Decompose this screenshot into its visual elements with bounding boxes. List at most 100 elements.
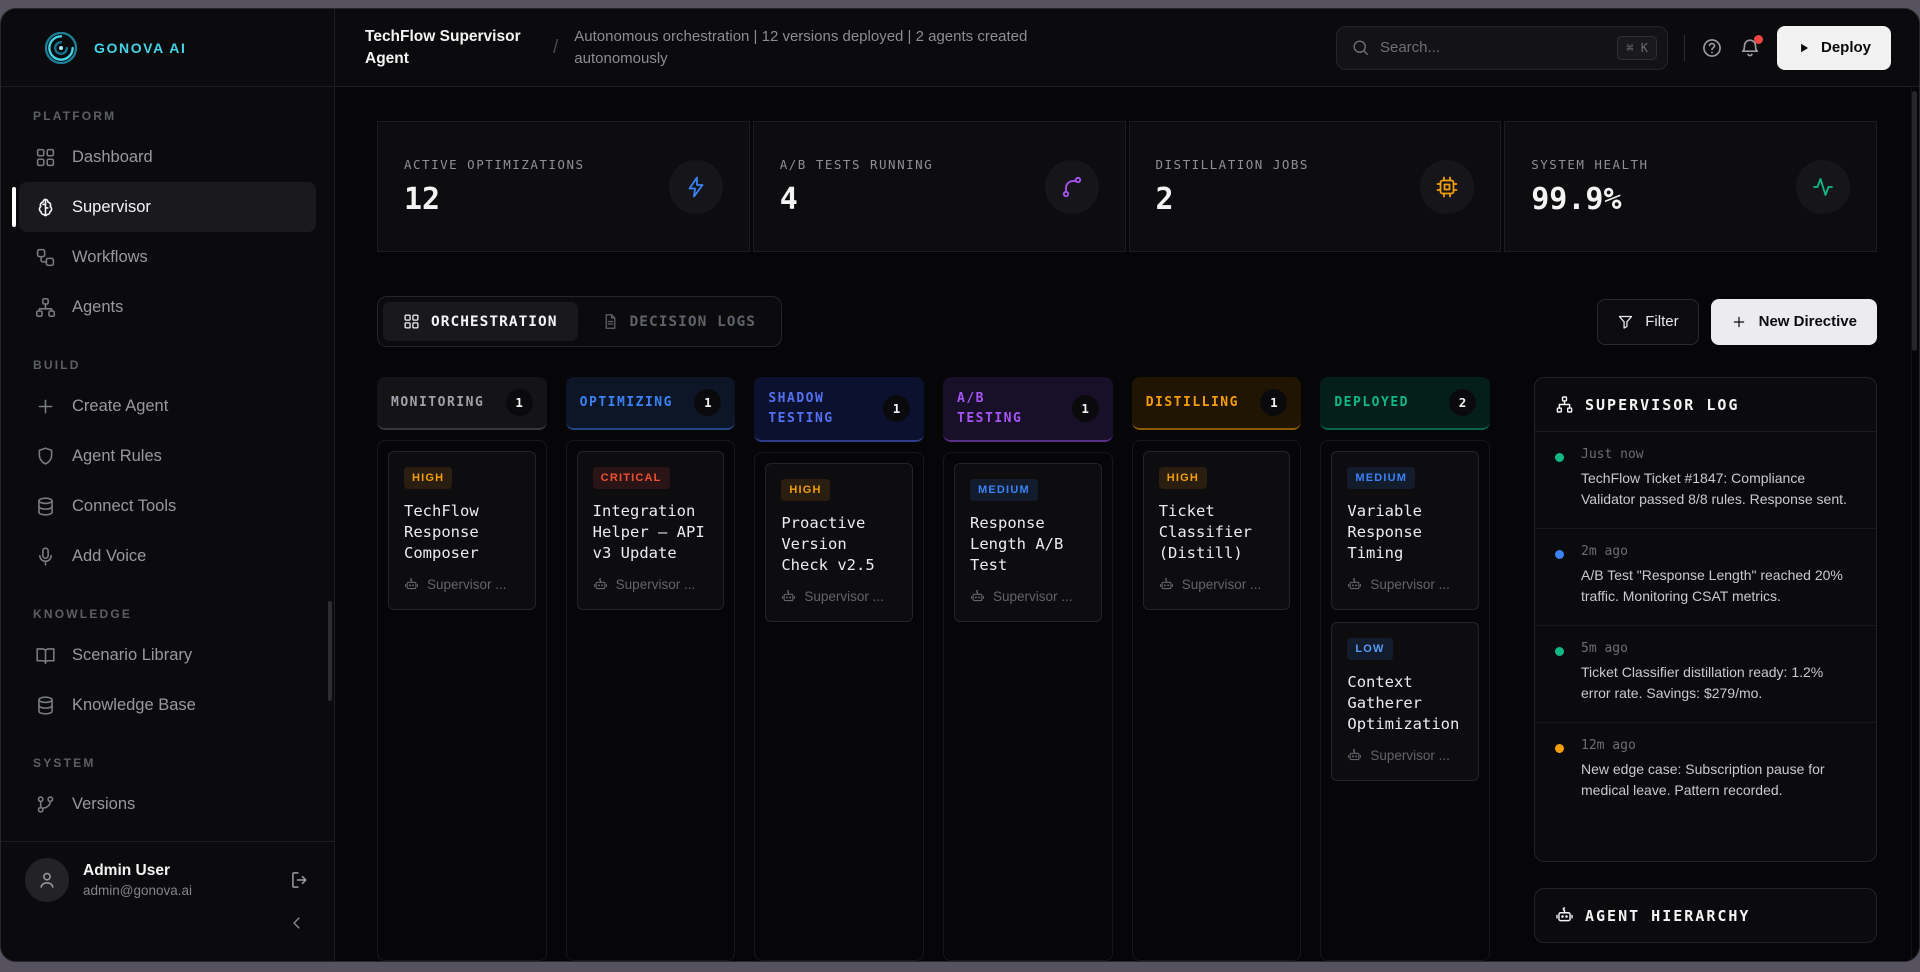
column-body: MEDIUM Response Length A/B Test Supervis… xyxy=(943,452,1113,961)
right-rail: SUPERVISOR LOG Just now TechFlow Ticket … xyxy=(1534,377,1877,961)
user-name: Admin User xyxy=(83,862,276,880)
user-icon xyxy=(37,870,57,890)
avatar xyxy=(25,858,69,902)
logout-icon[interactable] xyxy=(290,870,310,890)
sidebar: GONOVA AI PLATFORM Dashboard Supervisor … xyxy=(1,9,335,961)
sidebar-item-add-voice[interactable]: Add Voice xyxy=(19,531,316,581)
kanban-card[interactable]: MEDIUM Variable Response Timing Supervis… xyxy=(1331,451,1479,610)
sidebar-item-agent-rules[interactable]: Agent Rules xyxy=(19,431,316,481)
stat-icon-circle xyxy=(1420,160,1474,214)
split-icon xyxy=(1060,175,1084,199)
database-icon xyxy=(35,496,56,517)
tab-orchestration[interactable]: ORCHESTRATION xyxy=(383,302,578,341)
view-tabs: ORCHESTRATION DECISION LOGS xyxy=(377,296,782,347)
card-agent-label: Supervisor ... xyxy=(1182,577,1262,592)
sidebar-item-label: Add Voice xyxy=(72,547,146,566)
notifications-bell[interactable] xyxy=(1739,37,1761,59)
card-title: Integration Helper – API v3 Update xyxy=(593,501,709,564)
kanban-card[interactable]: HIGH Ticket Classifier (Distill) Supervi… xyxy=(1143,451,1291,610)
robot-icon xyxy=(970,589,985,604)
dashboard-icon xyxy=(403,313,420,330)
search-box[interactable]: ⌘ K xyxy=(1336,26,1668,70)
column-count-badge: 1 xyxy=(506,389,533,416)
column-title: MONITORING xyxy=(391,393,484,413)
sidebar-item-dashboard[interactable]: Dashboard xyxy=(19,132,316,182)
log-time: 2m ago xyxy=(1581,544,1856,559)
sidebar-scrollbar-thumb[interactable] xyxy=(328,601,332,701)
nav-section-label: SYSTEM xyxy=(33,756,302,771)
card-title: Variable Response Timing xyxy=(1347,501,1463,564)
sidebar-item-label: Dashboard xyxy=(72,148,153,167)
column-count-badge: 1 xyxy=(1072,395,1099,422)
collapse-sidebar-button[interactable] xyxy=(288,914,306,932)
column-body: MEDIUM Variable Response Timing Supervis… xyxy=(1320,440,1490,961)
search-input[interactable] xyxy=(1380,39,1607,56)
toolbar: ORCHESTRATION DECISION LOGS Filter New D… xyxy=(377,296,1877,347)
page-subtitle: Autonomous orchestration | 12 versions d… xyxy=(574,26,1074,70)
log-status-dot xyxy=(1555,647,1564,656)
column-body: HIGH TechFlow Response Composer Supervis… xyxy=(377,440,547,961)
sidebar-item-scenario-library[interactable]: Scenario Library xyxy=(19,630,316,680)
gonova-logo-icon xyxy=(41,28,81,68)
kanban-card[interactable]: LOW Context Gatherer Optimization Superv… xyxy=(1331,622,1479,781)
sidebar-item-connect-tools[interactable]: Connect Tools xyxy=(19,481,316,531)
main-column: TechFlow Supervisor Agent / Autonomous o… xyxy=(335,9,1919,961)
sidebar-item-label: Agent Rules xyxy=(72,447,162,466)
main-scrollbar[interactable] xyxy=(1911,87,1918,961)
kanban-board: MONITORING 1 HIGH TechFlow Response Comp… xyxy=(377,377,1490,961)
column-title: DEPLOYED xyxy=(1334,393,1409,413)
activity-icon xyxy=(1811,175,1835,199)
stat-value: 99.9% xyxy=(1531,182,1648,217)
sidebar-item-supervisor[interactable]: Supervisor xyxy=(19,182,316,232)
column-header: A/B TESTING 1 xyxy=(943,377,1113,442)
zap-icon xyxy=(684,175,708,199)
robot-icon xyxy=(1555,906,1574,925)
column-body: CRITICAL Integration Helper – API v3 Upd… xyxy=(566,440,736,961)
cpu-icon xyxy=(1435,175,1459,199)
column-count-badge: 2 xyxy=(1449,389,1476,416)
filter-button[interactable]: Filter xyxy=(1597,299,1698,345)
nav-section-system: SYSTEM Versions xyxy=(19,756,316,829)
column-optimizing: OPTIMIZING 1 CRITICAL Integration Helper… xyxy=(566,377,736,961)
column-title: A/B TESTING xyxy=(957,389,1054,428)
card-agent-label: Supervisor ... xyxy=(1370,577,1450,592)
robot-icon xyxy=(1347,577,1362,592)
sidebar-item-create-agent[interactable]: Create Agent xyxy=(19,381,316,431)
kanban-card[interactable]: CRITICAL Integration Helper – API v3 Upd… xyxy=(577,451,725,610)
hierarchy-icon xyxy=(1555,395,1574,414)
plus-icon xyxy=(35,396,56,417)
help-icon[interactable] xyxy=(1701,37,1723,59)
sidebar-item-versions[interactable]: Versions xyxy=(19,779,316,829)
column-deployed: DEPLOYED 2 MEDIUM Variable Response Timi… xyxy=(1320,377,1490,961)
kanban-card[interactable]: HIGH Proactive Version Check v2.5 Superv… xyxy=(765,463,913,622)
sidebar-item-workflows[interactable]: Workflows xyxy=(19,232,316,282)
header-divider xyxy=(1684,35,1685,61)
sidebar-item-agents[interactable]: Agents xyxy=(19,282,316,332)
card-agent: Supervisor ... xyxy=(1159,577,1275,592)
deploy-button[interactable]: Deploy xyxy=(1777,26,1891,70)
card-agent: Supervisor ... xyxy=(1347,748,1463,763)
sidebar-item-knowledge-base[interactable]: Knowledge Base xyxy=(19,680,316,730)
column-header: DISTILLING 1 xyxy=(1132,377,1302,430)
log-status-dot xyxy=(1555,453,1564,462)
tab-decision-logs[interactable]: DECISION LOGS xyxy=(582,302,777,341)
user-footer: Admin User admin@gonova.ai xyxy=(1,841,334,961)
card-title: Proactive Version Check v2.5 xyxy=(781,513,897,576)
search-shortcut: ⌘ K xyxy=(1617,36,1657,60)
logo[interactable]: GONOVA AI xyxy=(1,9,334,87)
robot-icon xyxy=(1347,748,1362,763)
new-directive-button[interactable]: New Directive xyxy=(1711,299,1877,345)
stat-label: DISTILLATION JOBS xyxy=(1156,157,1309,172)
supervisor-log-panel: SUPERVISOR LOG Just now TechFlow Ticket … xyxy=(1534,377,1877,862)
kanban-card[interactable]: HIGH TechFlow Response Composer Supervis… xyxy=(388,451,536,610)
sidebar-item-label: Knowledge Base xyxy=(72,696,196,715)
stat-card-active-optimizations: ACTIVE OPTIMIZATIONS 12 xyxy=(377,121,750,252)
shield-icon xyxy=(35,446,56,467)
kanban-card[interactable]: MEDIUM Response Length A/B Test Supervis… xyxy=(954,463,1102,622)
card-agent: Supervisor ... xyxy=(593,577,709,592)
card-agent-label: Supervisor ... xyxy=(616,577,696,592)
main-scrollbar-thumb[interactable] xyxy=(1912,91,1917,351)
robot-icon xyxy=(781,589,796,604)
stat-icon-circle xyxy=(1796,160,1850,214)
book-icon xyxy=(35,645,56,666)
